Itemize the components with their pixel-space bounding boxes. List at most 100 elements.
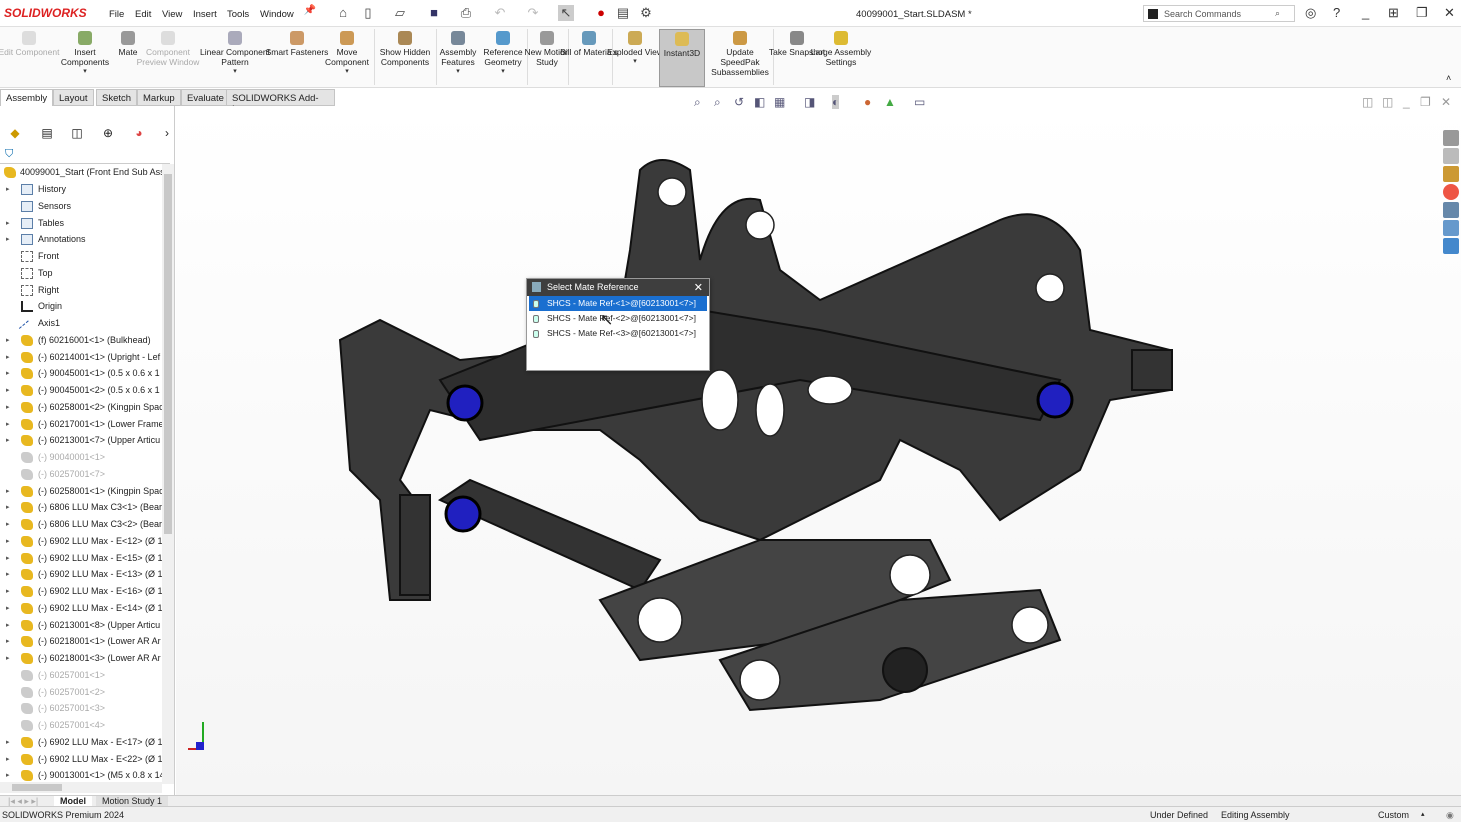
expand-arrow-icon[interactable]: ▸ bbox=[6, 215, 10, 232]
pin-icon[interactable]: 📌 bbox=[302, 5, 318, 21]
design-library-icon[interactable] bbox=[1443, 148, 1459, 164]
tree-item[interactable]: ▸ (-) 6902 LLU Max - E<16> (Ø 1! bbox=[0, 583, 162, 600]
tree-item[interactable]: (-) 60257001<2> bbox=[0, 684, 162, 701]
tab-assembly[interactable]: Assembly bbox=[0, 89, 54, 106]
expand-arrow-icon[interactable]: ▸ bbox=[6, 365, 10, 382]
linear-component-pattern-button[interactable]: Linear Component Pattern ▾ bbox=[198, 29, 272, 77]
tree-item[interactable]: Right bbox=[0, 282, 162, 299]
unit-dropdown-icon[interactable]: ▴ bbox=[1421, 807, 1425, 823]
mate-reference-option[interactable]: SHCS - Mate Ref-<3>@[60213001<7>] bbox=[529, 326, 707, 341]
graphics-area[interactable] bbox=[176, 106, 1461, 795]
tree-item[interactable]: ▸ (-) 90045001<2> (0.5 x 0.6 x 1 E bbox=[0, 382, 162, 399]
tree-horizontal-scrollbar[interactable] bbox=[0, 782, 162, 793]
update-speedpak-button[interactable]: Update SpeedPak Subassemblies bbox=[708, 29, 772, 77]
lower-arm[interactable] bbox=[437, 478, 662, 592]
expand-arrow-icon[interactable]: ▸ bbox=[6, 633, 10, 650]
dynamic-annotation-icon[interactable]: ▦ bbox=[774, 95, 785, 109]
section-view-icon[interactable]: ◧ bbox=[754, 95, 765, 109]
new-document-icon[interactable]: ▯ bbox=[360, 5, 376, 21]
tree-item[interactable]: Front bbox=[0, 248, 162, 265]
tree-item[interactable]: ▸ (-) 90045001<1> (0.5 x 0.6 x 1 E bbox=[0, 365, 162, 382]
expand-arrow-icon[interactable]: ▸ bbox=[6, 566, 10, 583]
propertymanager-tab-icon[interactable]: ▤ bbox=[36, 126, 58, 144]
instant3d-button[interactable]: Instant3D bbox=[659, 29, 705, 87]
viewport-minimize-icon[interactable]: _ bbox=[1403, 95, 1410, 109]
expand-arrow-icon[interactable]: ▸ bbox=[6, 583, 10, 600]
tree-item[interactable]: ▸ (-) 60218001<3> (Lower AR Ar bbox=[0, 650, 162, 667]
menu-insert[interactable]: Insert bbox=[193, 9, 217, 20]
home-pane-icon[interactable] bbox=[1443, 238, 1459, 254]
search-icon[interactable]: ⌕ bbox=[1275, 8, 1280, 19]
tree-item[interactable]: ▸ (-) 6902 LLU Max - E<17> (Ø 1! bbox=[0, 734, 162, 751]
viewport-close-icon[interactable]: ✕ bbox=[1441, 95, 1451, 109]
move-component-button[interactable]: Move Component ▾ bbox=[315, 29, 379, 77]
tree-item[interactable]: ▸ (-) 60217001<1> (Lower Frame bbox=[0, 416, 162, 433]
expand-arrow-icon[interactable]: ▸ bbox=[6, 650, 10, 667]
expand-arrow-icon[interactable]: ▸ bbox=[6, 332, 10, 349]
tree-item[interactable]: (-) 60257001<3> bbox=[0, 700, 162, 717]
tab-markup[interactable]: Markup bbox=[137, 89, 181, 106]
unit-system-selector[interactable]: Custom bbox=[1378, 807, 1409, 823]
expand-arrow-icon[interactable]: ▸ bbox=[6, 499, 10, 516]
dropdown-arrow-icon[interactable]: ▾ bbox=[53, 67, 117, 77]
expand-arrow-icon[interactable]: ▸ bbox=[6, 432, 10, 449]
dimxpert-tab-icon[interactable]: ⊕ bbox=[97, 126, 119, 144]
options-gear-icon[interactable]: ⚙ bbox=[638, 5, 654, 21]
previous-view-icon[interactable]: ↺ bbox=[734, 95, 744, 109]
dropdown-arrow-icon[interactable]: ▾ bbox=[315, 67, 379, 77]
tab-evaluate[interactable]: Evaluate bbox=[181, 89, 230, 106]
tree-item[interactable]: ▸ Annotations bbox=[0, 231, 162, 248]
tree-item[interactable]: Axis1 bbox=[0, 315, 162, 332]
expand-arrow-icon[interactable]: ▸ bbox=[6, 751, 10, 768]
account-icon[interactable]: ◎ bbox=[1305, 5, 1316, 21]
print-icon[interactable]: ⎙ bbox=[458, 5, 474, 21]
tree-item[interactable]: ▸ (-) 6806 LLU Max C3<1> (Beari bbox=[0, 499, 162, 516]
tab-sketch[interactable]: Sketch bbox=[96, 89, 138, 106]
tree-item[interactable]: (-) 60257001<7> bbox=[0, 466, 162, 483]
viewport-restore-icon[interactable]: ❐ bbox=[1420, 95, 1431, 109]
featuremanager-tab-icon[interactable]: ◆ bbox=[4, 126, 26, 144]
quick-tips-icon[interactable]: ◉ bbox=[1446, 807, 1454, 823]
forum-icon[interactable] bbox=[1443, 220, 1459, 236]
open-icon[interactable]: ▱ bbox=[392, 5, 408, 21]
component-preview-window-button[interactable]: Component Preview Window bbox=[136, 29, 200, 67]
assembly-model[interactable] bbox=[176, 106, 1461, 795]
undo-icon[interactable]: ↶ bbox=[492, 5, 508, 21]
mate-reference-option[interactable]: SHCS - Mate Ref-<1>@[60213001<7>] bbox=[529, 296, 707, 311]
search-commands-input[interactable]: Search Commands ⌕ bbox=[1143, 5, 1295, 22]
tree-item[interactable]: Sensors bbox=[0, 198, 162, 215]
display-style-icon[interactable]: ◐ bbox=[832, 95, 840, 109]
custom-properties-icon[interactable] bbox=[1443, 202, 1459, 218]
expand-arrow-icon[interactable]: ▸ bbox=[6, 734, 10, 751]
expand-arrow-icon[interactable]: ▸ bbox=[6, 399, 10, 416]
tree-item[interactable]: (-) 90040001<1> bbox=[0, 449, 162, 466]
tree-item[interactable]: ▸ Tables bbox=[0, 215, 162, 232]
tree-root[interactable]: 40099001_Start (Front End Sub Asse bbox=[0, 164, 162, 181]
tile-button[interactable]: ⊞ bbox=[1388, 5, 1399, 21]
menu-tools[interactable]: Tools bbox=[227, 9, 249, 20]
redo-icon[interactable]: ↷ bbox=[525, 5, 541, 21]
select-icon[interactable]: ↖ bbox=[558, 5, 574, 21]
dropdown-arrow-icon[interactable]: ▾ bbox=[603, 57, 667, 67]
expand-arrow-icon[interactable]: ▸ bbox=[6, 483, 10, 500]
file-properties-icon[interactable]: ▤ bbox=[615, 5, 631, 21]
dropdown-arrow-icon[interactable]: ▾ bbox=[471, 67, 535, 77]
tree-item[interactable]: (-) 60257001<1> bbox=[0, 667, 162, 684]
solidworks-resources-icon[interactable] bbox=[1443, 130, 1459, 146]
view-settings-icon[interactable]: ▭ bbox=[914, 95, 925, 109]
large-assembly-settings-button[interactable]: Large Assembly Settings bbox=[809, 29, 873, 67]
rebuild-icon[interactable]: ● bbox=[593, 5, 609, 21]
tree-scrollbar[interactable] bbox=[162, 164, 174, 784]
tree-item[interactable]: ▸ (-) 60258001<1> (Kingpin Spac bbox=[0, 483, 162, 500]
tree-item[interactable]: ▸ (f) 60216001<1> (Bulkhead) bbox=[0, 332, 162, 349]
filter-icon[interactable]: ⛉ bbox=[5, 148, 13, 161]
tree-item[interactable]: ▸ (-) 60213001<8> (Upper Articu bbox=[0, 617, 162, 634]
tree-item[interactable]: Top bbox=[0, 265, 162, 282]
viewport-left-icon[interactable]: ◫ bbox=[1362, 95, 1373, 109]
expand-arrow-icon[interactable]: ▸ bbox=[6, 617, 10, 634]
tree-item[interactable]: ▸ (-) 6806 LLU Max C3<2> (Beari bbox=[0, 516, 162, 533]
tree-item[interactable]: ▸ History bbox=[0, 181, 162, 198]
edit-component-button[interactable]: Edit Component bbox=[0, 29, 61, 57]
expand-arrow-icon[interactable]: ▸ bbox=[6, 550, 10, 567]
menu-window[interactable]: Window bbox=[260, 9, 294, 20]
